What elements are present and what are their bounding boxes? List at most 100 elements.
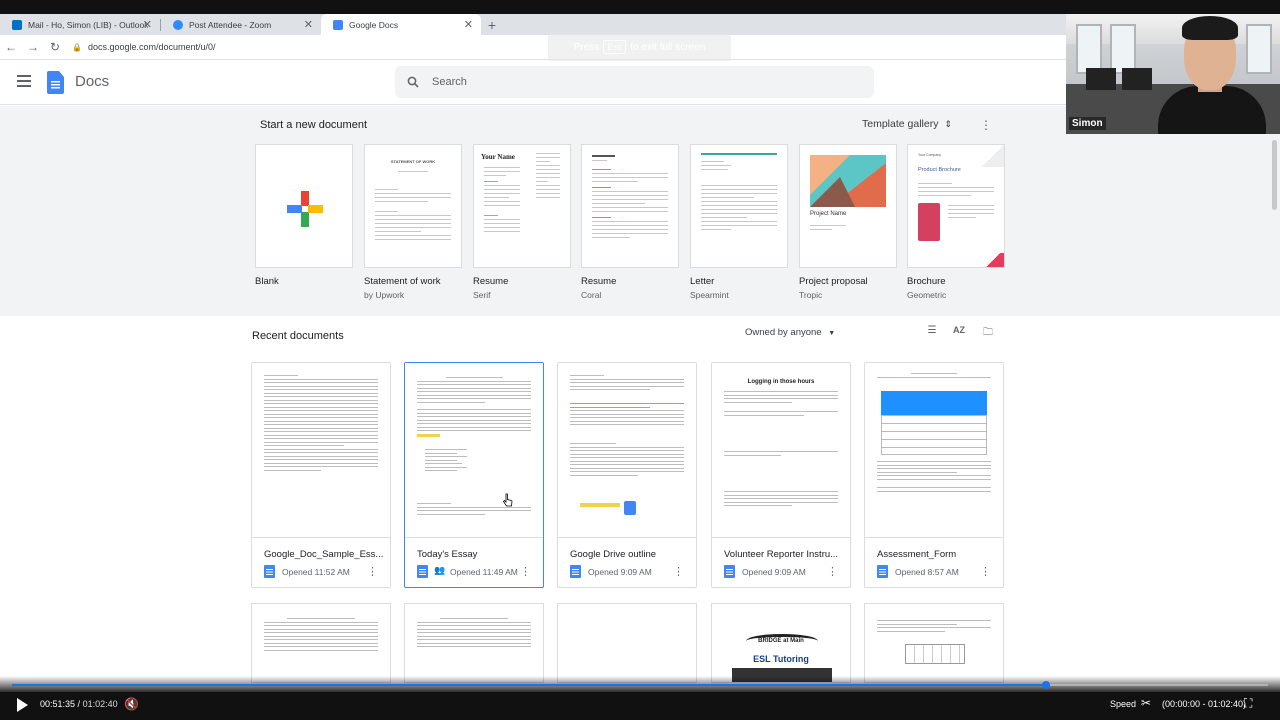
doc-card[interactable] [404, 603, 544, 683]
thumb-brochure-title: Product Brochure [918, 167, 961, 173]
speed-button[interactable]: Speed [1110, 699, 1136, 709]
video-player-controls: 00:51:35 / 01:02:40 🔇 Speed ✂ (00:00:00 … [0, 676, 1280, 720]
dropdown-arrow-icon: ▼ [828, 330, 836, 337]
play-icon[interactable] [17, 698, 28, 712]
template-thumbnail [255, 144, 353, 268]
duration: 01:02:40 [82, 699, 118, 709]
tab-title: Post Attendee - Zoom [189, 19, 272, 30]
template-resume-coral[interactable]: Resume Coral [581, 144, 679, 300]
hint-key: Esc [603, 40, 627, 54]
doc-card[interactable] [557, 603, 697, 683]
tab-google-docs[interactable]: Google Docs ✕ [321, 14, 481, 35]
template-gallery-label: Template gallery [862, 118, 939, 130]
top-strip [0, 0, 1280, 14]
tab-zoom[interactable]: Post Attendee - Zoom ✕ [161, 14, 321, 35]
doc-card[interactable]: Google_Doc_Sample_Ess... Opened 11:52 AM… [251, 362, 391, 588]
progress-bar[interactable] [12, 681, 1268, 689]
list-view-icon[interactable]: ☰ [925, 325, 939, 339]
progress-fill [12, 684, 1046, 686]
template-gallery-button[interactable]: Template gallery ⇕ [862, 118, 952, 130]
doc-card[interactable]: Assessment_Form Opened 8:57 AM ⋮ [864, 362, 1004, 588]
webcam-video: Simon [1066, 14, 1280, 134]
doc-title: Google_Doc_Sample_Ess... [264, 549, 384, 560]
more-options-icon[interactable]: ⋮ [980, 565, 991, 578]
reload-icon[interactable]: ↻ [44, 40, 66, 54]
back-icon[interactable]: ← [0, 40, 22, 54]
template-subtitle: Tropic [799, 290, 823, 300]
doc-card[interactable]: BRIDGE at Main ESL Tutoring [711, 603, 851, 683]
doc-card[interactable]: Google Drive outline Opened 9:09 AM ⋮ [557, 362, 697, 588]
template-subtitle: Geometric [907, 290, 947, 300]
doc-title: Volunteer Reporter Instru... [724, 549, 839, 560]
doc-card[interactable] [251, 603, 391, 683]
search-bar[interactable] [395, 66, 874, 98]
search-input[interactable] [432, 76, 832, 88]
fullscreen-hint: Press Esc to exit full screen [548, 32, 731, 62]
page-scrollbar[interactable] [1272, 140, 1277, 210]
progress-handle[interactable] [1041, 681, 1050, 689]
hint-text: to exit full screen [630, 41, 706, 53]
url-text: docs.google.com/document/u/0/ [87, 42, 216, 52]
more-options-icon[interactable]: ⋮ [673, 565, 684, 578]
clip-range: (00:00:00 - 01:02:40) [1162, 699, 1247, 709]
docs-file-icon [877, 565, 888, 578]
more-options-icon[interactable]: ⋮ [827, 565, 838, 578]
tab-title: Mail - Ho, Simon (LIB) - Outlook [28, 19, 149, 30]
template-name: Resume [473, 276, 509, 287]
template-subtitle: Coral [581, 290, 602, 300]
app-name[interactable]: Docs [75, 73, 109, 90]
template-statement-of-work[interactable]: STATEMENT OF WORK Statement of work by U… [364, 144, 462, 300]
template-letter[interactable]: Letter Spearmint [690, 144, 788, 300]
template-brochure[interactable]: Your Company Product Brochure Brochure G… [907, 144, 1005, 300]
scissors-icon[interactable]: ✂ [1141, 696, 1151, 710]
more-options-icon[interactable]: ⋮ [367, 565, 378, 578]
doc-card[interactable] [864, 603, 1004, 683]
mute-icon[interactable]: 🔇 [124, 697, 139, 711]
more-options-icon[interactable]: ⋮ [520, 565, 531, 578]
template-blank[interactable]: Blank [255, 144, 353, 287]
plus-icon [287, 191, 323, 227]
template-name: Project proposal [799, 276, 868, 287]
template-project-proposal[interactable]: Project Name Project proposal Tropic [799, 144, 897, 300]
doc-card[interactable]: Today's Essay 👥 Opened 11:49 AM ⋮ [404, 362, 544, 588]
doc-opened-time: Opened 8:57 AM [895, 567, 959, 577]
doc-opened-time: Opened 11:52 AM [282, 567, 350, 577]
lock-icon: 🔒 [72, 42, 82, 52]
docs-header: Docs [0, 61, 1066, 105]
template-thumbnail: Your Company Product Brochure [907, 144, 1005, 268]
time-separator: / [75, 699, 83, 709]
close-icon[interactable]: ✕ [143, 18, 152, 31]
owner-filter-label: Owned by anyone [745, 327, 822, 338]
recent-documents-heading: Recent documents [252, 330, 344, 342]
doc-card[interactable]: Logging in those hours Volunteer Reporte… [711, 362, 851, 588]
address-bar: ← → ↻ 🔒 docs.google.com/document/u/0/ [0, 35, 1066, 60]
tab-title: Google Docs [349, 19, 399, 30]
control-bar: 00:51:35 / 01:02:40 🔇 Speed ✂ (00:00:00 … [0, 692, 1280, 720]
main-menu-icon[interactable] [17, 75, 31, 87]
thumb-project-name: Project Name [810, 211, 847, 217]
template-resume-serif[interactable]: Your Name Resume Serif [473, 144, 571, 300]
url-field[interactable]: 🔒 docs.google.com/document/u/0/ [72, 42, 216, 52]
forward-icon[interactable]: → [22, 40, 44, 54]
docs-logo-icon[interactable] [47, 71, 64, 94]
tropic-art [810, 155, 886, 207]
zoom-icon [173, 19, 183, 30]
outlook-icon [12, 19, 22, 30]
folder-icon[interactable]: 🗀 [981, 325, 995, 339]
doc-preview: Logging in those hours [712, 363, 850, 538]
template-thumbnail [581, 144, 679, 268]
doc-title: Assessment_Form [877, 549, 957, 560]
sort-az-icon[interactable]: AZ [952, 325, 966, 339]
more-options-icon[interactable]: ⋮ [980, 118, 992, 132]
template-subtitle: Spearmint [690, 290, 729, 300]
tab-outlook[interactable]: Mail - Ho, Simon (LIB) - Outlook ✕ [0, 14, 160, 35]
shared-people-icon: 👥 [434, 565, 446, 575]
doc-title: Today's Essay [417, 549, 478, 560]
doc-opened-time: Opened 11:49 AM [450, 567, 518, 577]
close-icon[interactable]: ✕ [464, 18, 473, 31]
new-tab-button[interactable]: + [481, 14, 503, 35]
template-thumbnail [690, 144, 788, 268]
fullscreen-icon[interactable]: ⛶ [1244, 696, 1252, 711]
close-icon[interactable]: ✕ [304, 18, 313, 31]
owner-filter-dropdown[interactable]: Owned by anyone ▼ [745, 327, 835, 338]
